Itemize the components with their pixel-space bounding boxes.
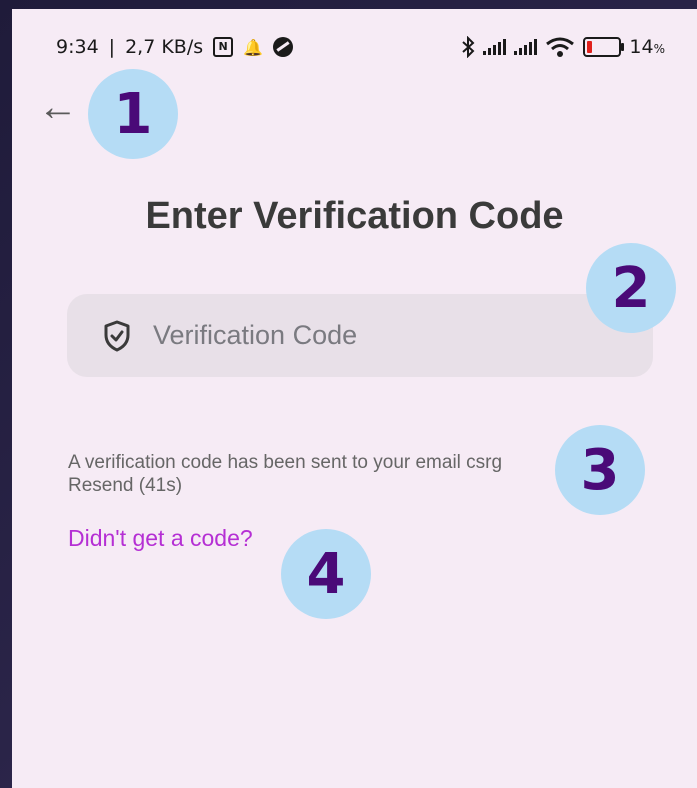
annotation-badge-4: 4 (281, 529, 371, 619)
battery-icon (583, 37, 625, 57)
status-time: 9:34 (56, 36, 99, 58)
signal-icon-sim2 (514, 39, 538, 55)
signal-icon-sim1 (483, 39, 507, 55)
back-button[interactable]: ← (38, 87, 88, 127)
info-text: A verification code has been sent to you… (68, 451, 548, 497)
arrow-left-icon: ← (38, 85, 78, 129)
bluetooth-icon (462, 36, 475, 58)
battery-percent: 14% (629, 36, 665, 58)
status-bar: 9:34 | 2,7 KB/s N 🔔 14% (12, 9, 697, 79)
didnt-get-code-link[interactable]: Didn't get a code? (68, 525, 253, 552)
annotation-badge-1: 1 (88, 69, 178, 159)
verification-code-input[interactable] (151, 319, 653, 352)
sent-message: A verification code has been sent to you… (68, 452, 503, 473)
battery-level-fill (587, 41, 593, 53)
phone-screen: 9:34 | 2,7 KB/s N 🔔 14% ← 1 Enter Verifi… (12, 9, 697, 788)
shield-check-icon (104, 320, 130, 351)
bell-icon: 🔔 (243, 37, 264, 57)
annotation-badge-3: 3 (555, 425, 645, 515)
do-not-disturb-icon (273, 37, 294, 57)
wifi-icon (546, 37, 575, 57)
network-speed: 2,7 KB/s (125, 36, 204, 58)
status-left: 9:34 | 2,7 KB/s N 🔔 (56, 36, 294, 58)
page-title: Enter Verification Code (145, 195, 564, 237)
nfc-icon: N (213, 37, 234, 57)
status-separator: | (108, 36, 116, 58)
verification-code-field[interactable] (67, 294, 653, 377)
resend-link[interactable]: Resend (41s) (68, 474, 548, 497)
annotation-badge-2: 2 (586, 243, 676, 333)
status-right: 14% (461, 36, 665, 58)
